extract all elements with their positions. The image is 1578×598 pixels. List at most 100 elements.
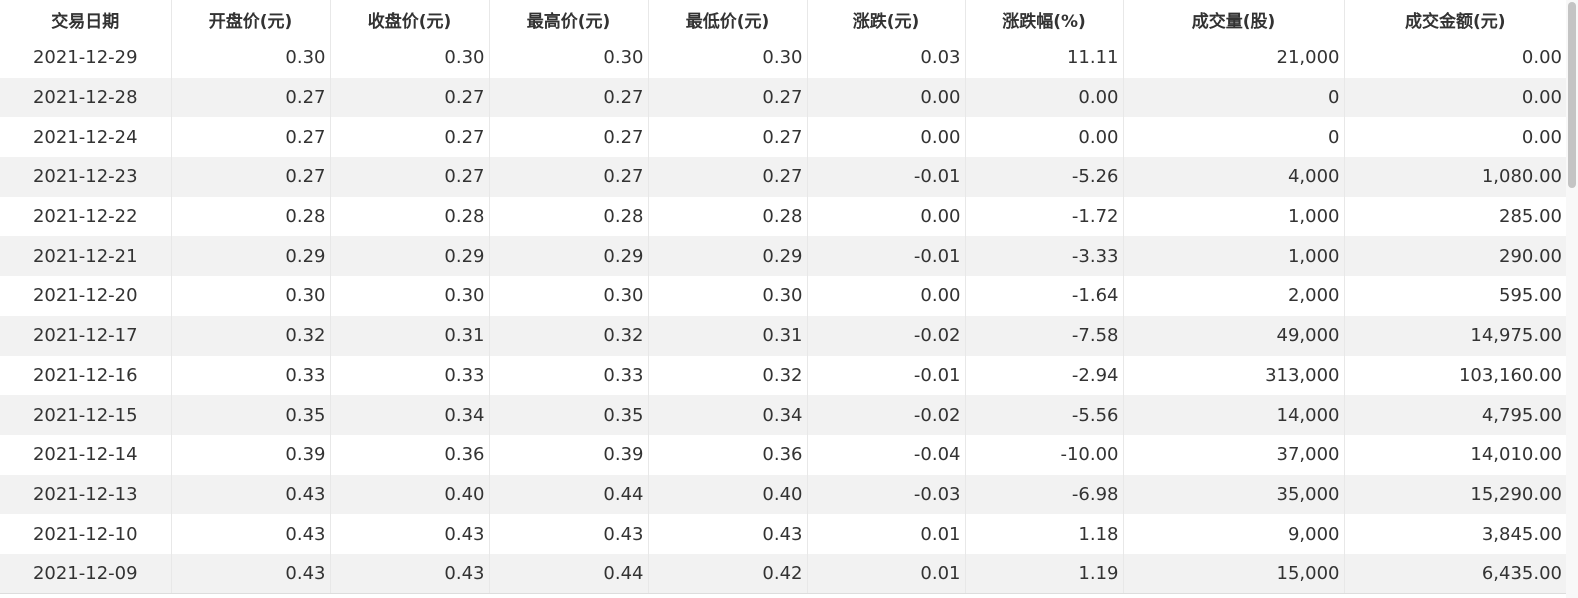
- cell-high-price: 0.27: [489, 117, 649, 158]
- cell-close-price: 0.29: [330, 236, 490, 277]
- cell-open-price: 0.32: [171, 315, 331, 356]
- cell-change-percent: -1.64: [965, 276, 1124, 316]
- cell-change: 0.00: [807, 196, 966, 237]
- cell-turnover: 0.00: [1344, 77, 1566, 118]
- cell-turnover: 14,010.00: [1344, 434, 1566, 475]
- table-row: 2021-12-28 0.27 0.27 0.27 0.27 0.00 0.00 0 0.00: [0, 77, 1566, 118]
- cell-turnover: 0.00: [1344, 38, 1566, 78]
- price-history-panel: 交易日期 开盘价(元) 收盘价(元) 最高价(元) 最低价(元) 涨跌(元) 涨…: [0, 0, 1578, 598]
- cell-turnover: 595.00: [1344, 276, 1566, 316]
- cell-open-price: 0.43: [171, 553, 331, 594]
- cell-open-price: 0.27: [171, 117, 331, 158]
- cell-low-price: 0.43: [648, 514, 808, 554]
- header-low-price[interactable]: 最低价(元): [648, 0, 808, 38]
- cell-high-price: 0.35: [489, 395, 649, 435]
- cell-change-percent: -5.26: [965, 157, 1124, 197]
- cell-open-price: 0.28: [171, 196, 331, 237]
- cell-close-price: 0.33: [330, 355, 490, 396]
- header-open-price[interactable]: 开盘价(元): [171, 0, 331, 38]
- cell-volume: 9,000: [1123, 514, 1345, 554]
- cell-change: 0.00: [807, 117, 966, 158]
- cell-trade-date: 2021-12-09: [0, 553, 172, 594]
- cell-volume: 1,000: [1123, 196, 1345, 237]
- table-row: 2021-12-23 0.27 0.27 0.27 0.27 -0.01 -5.26 4,00…: [0, 157, 1566, 197]
- cell-low-price: 0.34: [648, 395, 808, 435]
- table-row: 2021-12-14 0.39 0.36 0.39 0.36 -0.04 -10.00 37,…: [0, 434, 1566, 475]
- cell-change: -0.01: [807, 236, 966, 277]
- header-turnover[interactable]: 成交金额(元): [1344, 0, 1566, 38]
- cell-volume: 0: [1123, 117, 1345, 158]
- cell-change: 0.03: [807, 38, 966, 78]
- cell-change: -0.01: [807, 157, 966, 197]
- cell-change-percent: 0.00: [965, 77, 1124, 118]
- cell-open-price: 0.30: [171, 276, 331, 316]
- cell-change: 0.01: [807, 514, 966, 554]
- cell-high-price: 0.43: [489, 514, 649, 554]
- cell-high-price: 0.27: [489, 77, 649, 118]
- cell-high-price: 0.44: [489, 553, 649, 594]
- vertical-scrollbar[interactable]: [1566, 0, 1578, 598]
- cell-low-price: 0.30: [648, 38, 808, 78]
- header-volume[interactable]: 成交量(股): [1123, 0, 1345, 38]
- cell-change-percent: -10.00: [965, 434, 1124, 475]
- cell-trade-date: 2021-12-16: [0, 355, 172, 396]
- cell-trade-date: 2021-12-23: [0, 157, 172, 197]
- cell-trade-date: 2021-12-13: [0, 474, 172, 515]
- cell-volume: 49,000: [1123, 315, 1345, 356]
- cell-high-price: 0.33: [489, 355, 649, 396]
- header-change[interactable]: 涨跌(元): [807, 0, 966, 38]
- cell-trade-date: 2021-12-15: [0, 395, 172, 435]
- cell-open-price: 0.27: [171, 77, 331, 118]
- cell-trade-date: 2021-12-10: [0, 514, 172, 554]
- header-trade-date[interactable]: 交易日期: [0, 0, 172, 38]
- header-close-price[interactable]: 收盘价(元): [330, 0, 490, 38]
- cell-close-price: 0.43: [330, 514, 490, 554]
- cell-trade-date: 2021-12-28: [0, 77, 172, 118]
- cell-volume: 2,000: [1123, 276, 1345, 316]
- cell-close-price: 0.31: [330, 315, 490, 356]
- cell-volume: 4,000: [1123, 157, 1345, 197]
- cell-volume: 1,000: [1123, 236, 1345, 277]
- table-row: 2021-12-13 0.43 0.40 0.44 0.40 -0.03 -6.98 35,0…: [0, 474, 1566, 515]
- cell-low-price: 0.36: [648, 434, 808, 475]
- cell-turnover: 6,435.00: [1344, 553, 1566, 594]
- cell-change: -0.01: [807, 355, 966, 396]
- cell-open-price: 0.27: [171, 157, 331, 197]
- table-row: 2021-12-17 0.32 0.31 0.32 0.31 -0.02 -7.58 49,0…: [0, 315, 1566, 356]
- cell-low-price: 0.31: [648, 315, 808, 356]
- cell-change-percent: 0.00: [965, 117, 1124, 158]
- table-body: 2021-12-29 0.30 0.30 0.30 0.30 0.03 11.11 21,00…: [0, 38, 1566, 594]
- cell-change-percent: -3.33: [965, 236, 1124, 277]
- header-change-percent[interactable]: 涨跌幅(%): [965, 0, 1124, 38]
- cell-volume: 0: [1123, 77, 1345, 118]
- price-history-table: 交易日期 开盘价(元) 收盘价(元) 最高价(元) 最低价(元) 涨跌(元) 涨…: [0, 0, 1566, 594]
- cell-close-price: 0.40: [330, 474, 490, 515]
- cell-trade-date: 2021-12-24: [0, 117, 172, 158]
- cell-change-percent: -2.94: [965, 355, 1124, 396]
- cell-turnover: 14,975.00: [1344, 315, 1566, 356]
- cell-trade-date: 2021-12-14: [0, 434, 172, 475]
- cell-close-price: 0.27: [330, 117, 490, 158]
- table-row: 2021-12-15 0.35 0.34 0.35 0.34 -0.02 -5.56 14,0…: [0, 395, 1566, 435]
- cell-volume: 37,000: [1123, 434, 1345, 475]
- cell-high-price: 0.27: [489, 157, 649, 197]
- cell-turnover: 285.00: [1344, 196, 1566, 237]
- scrollbar-thumb[interactable]: [1568, 2, 1576, 188]
- cell-turnover: 0.00: [1344, 117, 1566, 158]
- cell-change-percent: -5.56: [965, 395, 1124, 435]
- cell-change: 0.01: [807, 553, 966, 594]
- cell-low-price: 0.40: [648, 474, 808, 515]
- cell-trade-date: 2021-12-21: [0, 236, 172, 277]
- cell-close-price: 0.27: [330, 157, 490, 197]
- cell-high-price: 0.39: [489, 434, 649, 475]
- cell-change: 0.00: [807, 276, 966, 316]
- header-high-price[interactable]: 最高价(元): [489, 0, 649, 38]
- table-row: 2021-12-09 0.43 0.43 0.44 0.42 0.01 1.19 15,000…: [0, 553, 1566, 594]
- cell-open-price: 0.35: [171, 395, 331, 435]
- cell-change: -0.04: [807, 434, 966, 475]
- cell-close-price: 0.34: [330, 395, 490, 435]
- table-row: 2021-12-10 0.43 0.43 0.43 0.43 0.01 1.18 9,000 3…: [0, 514, 1566, 554]
- cell-low-price: 0.27: [648, 117, 808, 158]
- table-row: 2021-12-24 0.27 0.27 0.27 0.27 0.00 0.00 0 0.00: [0, 117, 1566, 158]
- table-row: 2021-12-16 0.33 0.33 0.33 0.32 -0.01 -2.94 313,…: [0, 355, 1566, 396]
